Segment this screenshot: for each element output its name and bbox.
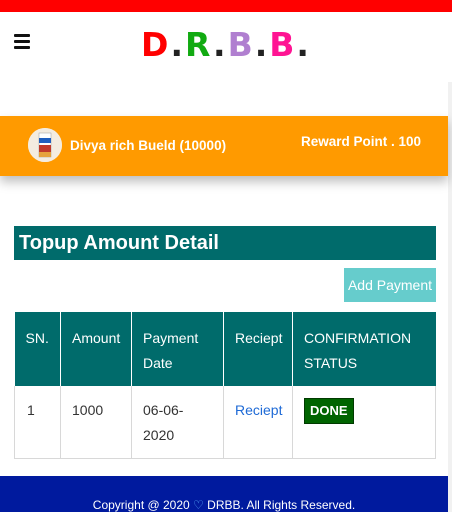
user-name: Divya rich Bueld (10000) — [70, 138, 227, 153]
app-header: D.R.B.B. — [0, 12, 452, 82]
logo-letter-r: R — [184, 25, 214, 64]
logo-letter-d: D — [141, 25, 171, 64]
page-title: Topup Amount Detail — [14, 226, 436, 260]
topup-table: SN. Amount Payment Date Reciept CONFIRMA… — [14, 312, 436, 459]
heart-icon: ♡ — [193, 498, 204, 512]
receipt-link[interactable]: Reciept — [235, 402, 282, 418]
column-header-receipt: Reciept — [223, 312, 293, 386]
cell-sn: 1 — [14, 386, 61, 459]
cell-status: DONE — [292, 386, 436, 459]
site-logo[interactable]: D.R.B.B. — [0, 25, 452, 64]
scrollbar-track[interactable] — [448, 12, 452, 512]
cell-payment-date: 06-06-2020 — [131, 386, 224, 459]
column-header-confirmation-status: CONFIRMATION STATUS — [292, 312, 436, 386]
add-payment-button[interactable]: Add Payment — [344, 268, 436, 302]
logo-letter-b1: B — [227, 25, 255, 64]
site-footer: Copyright @ 2020 ♡ DRBB. All Rights Rese… — [0, 476, 448, 512]
copyright-prefix: Copyright @ 2020 — [92, 498, 194, 512]
copyright-text: Copyright @ 2020 ♡ DRBB. All Rights Rese… — [0, 498, 448, 512]
top-accent-bar — [0, 0, 452, 12]
logo-letter-b2: B — [269, 25, 297, 64]
copyright-suffix: DRBB. All Rights Reserved. — [203, 498, 356, 512]
column-header-amount: Amount — [60, 312, 132, 386]
status-badge: DONE — [304, 398, 354, 424]
cell-amount: 1000 — [60, 386, 132, 459]
table-row: 1 1000 06-06-2020 Reciept DONE — [14, 386, 436, 459]
user-info-bar: Divya rich Bueld (10000) Reward Point . … — [0, 116, 448, 176]
column-header-sn: SN. — [14, 312, 61, 386]
cell-receipt: Reciept — [223, 386, 293, 459]
product-avatar-icon — [28, 128, 62, 162]
column-header-payment-date: Payment Date — [131, 312, 224, 386]
reward-points: Reward Point . 100 — [300, 134, 421, 149]
table-header-row: SN. Amount Payment Date Reciept CONFIRMA… — [14, 312, 436, 386]
